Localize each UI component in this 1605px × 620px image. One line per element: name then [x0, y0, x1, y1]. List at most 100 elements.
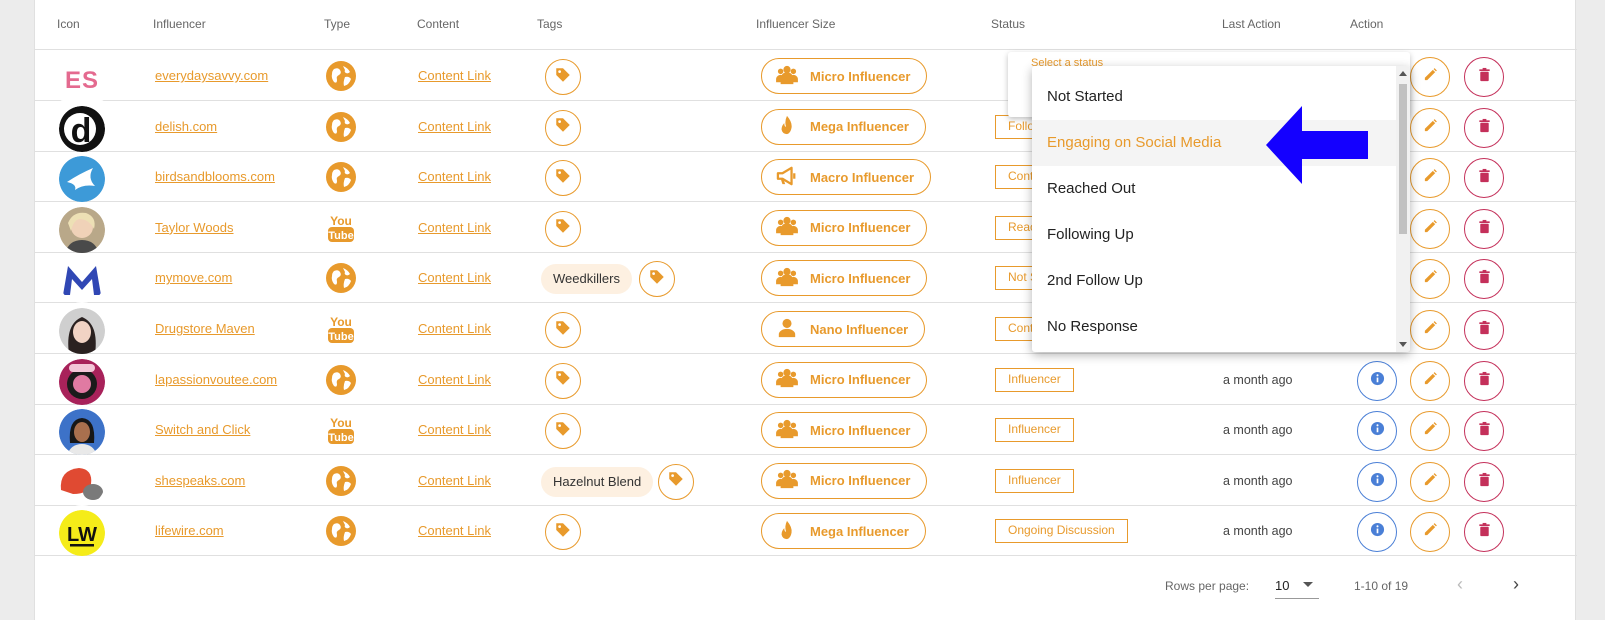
pagination-range: 1-10 of 19: [1354, 579, 1409, 593]
info-icon: [1370, 421, 1385, 441]
status-badge[interactable]: Influencer: [995, 367, 1074, 392]
delete-button[interactable]: [1464, 310, 1504, 350]
influencer-link[interactable]: everydaysavvy.com: [155, 68, 268, 83]
rows-per-page-caret-icon[interactable]: [1303, 582, 1313, 587]
delete-button[interactable]: [1464, 57, 1504, 97]
influencer-link[interactable]: Switch and Click: [155, 422, 250, 437]
influencer-link[interactable]: mymove.com: [155, 270, 232, 285]
status-badge[interactable]: Influencer: [995, 418, 1074, 443]
edit-button[interactable]: [1410, 411, 1450, 452]
tag-button[interactable]: [639, 261, 675, 298]
dropdown-scrollbar[interactable]: [1396, 66, 1410, 352]
info-button[interactable]: [1357, 411, 1397, 452]
influencer-size-label: Mega Influencer: [810, 119, 909, 135]
tag-button[interactable]: [545, 514, 581, 551]
status-option[interactable]: Following Up: [1032, 212, 1396, 258]
delete-button[interactable]: [1464, 360, 1504, 401]
content-link[interactable]: Content Link: [418, 169, 491, 184]
prev-page-icon[interactable]: ‹: [1457, 574, 1463, 595]
edit-button[interactable]: [1410, 461, 1450, 502]
edit-button[interactable]: [1410, 512, 1450, 553]
tag-button[interactable]: [658, 463, 694, 500]
status-option[interactable]: No Response: [1032, 304, 1396, 350]
scroll-thumb[interactable]: [1399, 84, 1407, 234]
influencer-link[interactable]: Drugstore Maven: [155, 321, 255, 336]
delete-button[interactable]: [1464, 259, 1504, 300]
edit-button[interactable]: [1410, 310, 1450, 350]
delete-button[interactable]: [1464, 208, 1504, 249]
delete-button[interactable]: [1464, 411, 1504, 452]
status-badge[interactable]: Influencer: [995, 468, 1074, 493]
tag-button[interactable]: [545, 109, 581, 146]
tag-button[interactable]: [545, 312, 581, 348]
delete-button[interactable]: [1464, 107, 1504, 148]
tag-icon: [554, 369, 572, 392]
header-influencer[interactable]: Influencer: [153, 17, 206, 31]
edit-button[interactable]: [1410, 360, 1450, 401]
svg-text:Tube: Tube: [328, 230, 353, 242]
status-option[interactable]: 2nd Follow Up: [1032, 258, 1396, 304]
status-badge[interactable]: Ongoing Discussion: [995, 519, 1128, 544]
globe-icon: [325, 515, 357, 547]
trash-icon: [1477, 168, 1492, 188]
tag-button[interactable]: [545, 59, 581, 95]
content-link[interactable]: Content Link: [418, 321, 491, 336]
delete-button[interactable]: [1464, 512, 1504, 553]
info-button[interactable]: [1357, 360, 1397, 401]
info-icon: [1370, 472, 1385, 492]
tag-icon: [554, 521, 572, 544]
edit-button[interactable]: [1410, 57, 1450, 97]
header-influencer-size[interactable]: Influencer Size: [756, 17, 835, 31]
influencer-size-badge: Micro Influencer: [761, 412, 928, 449]
header-type[interactable]: Type: [324, 17, 350, 31]
tag-chip[interactable]: Hazelnut Blend: [541, 466, 654, 497]
delete-button[interactable]: [1464, 461, 1504, 502]
influencer-link[interactable]: birdsandblooms.com: [155, 169, 275, 184]
scroll-up-icon[interactable]: [1399, 71, 1407, 76]
content-link[interactable]: Content Link: [418, 270, 491, 285]
svg-text:Tube: Tube: [328, 432, 353, 444]
rows-per-page-select[interactable]: 10: [1275, 578, 1289, 593]
globe-icon: [325, 111, 357, 143]
content-link[interactable]: Content Link: [418, 422, 491, 437]
content-link[interactable]: Content Link: [418, 523, 491, 538]
influencer-size-label: Micro Influencer: [810, 270, 911, 286]
globe-icon: [325, 465, 357, 497]
influencer-link[interactable]: Taylor Woods: [155, 220, 234, 235]
table-row: shespeaks.com Content Link Hazelnut Blend M…: [35, 455, 1577, 506]
delete-button[interactable]: [1464, 158, 1504, 199]
scroll-down-icon[interactable]: [1399, 342, 1407, 347]
content-link[interactable]: Content Link: [418, 372, 491, 387]
content-link[interactable]: Content Link: [418, 220, 491, 235]
tag-button[interactable]: [545, 160, 581, 197]
edit-button[interactable]: [1410, 158, 1450, 199]
edit-button[interactable]: [1410, 208, 1450, 249]
tag-button[interactable]: [545, 210, 581, 247]
edit-button[interactable]: [1410, 107, 1450, 148]
header-content: Content: [417, 17, 460, 31]
influencer-size-label: Micro Influencer: [810, 372, 911, 388]
info-button[interactable]: [1357, 512, 1397, 553]
next-page-icon[interactable]: ›: [1513, 574, 1519, 595]
influencer-link[interactable]: delish.com: [155, 119, 217, 134]
content-link[interactable]: Content Link: [418, 119, 491, 134]
info-button[interactable]: [1357, 461, 1397, 502]
tag-button[interactable]: [545, 413, 581, 450]
content-link[interactable]: Content Link: [418, 473, 491, 488]
influencer-link[interactable]: shespeaks.com: [155, 473, 245, 488]
tag-icon: [554, 66, 572, 89]
influencer-link[interactable]: lapassionvoutee.com: [155, 372, 277, 387]
tag-chip[interactable]: Weedkillers: [541, 264, 632, 295]
influencer-avatar: [59, 409, 105, 456]
pencil-icon: [1423, 118, 1438, 138]
influencer-link[interactable]: lifewire.com: [155, 523, 224, 538]
header-status[interactable]: Status: [991, 17, 1025, 31]
globe-icon: [325, 262, 357, 294]
edit-button[interactable]: [1410, 259, 1450, 300]
header-last-action[interactable]: Last Action: [1222, 17, 1281, 31]
pencil-icon: [1423, 371, 1438, 391]
trash-icon: [1477, 421, 1492, 441]
content-link[interactable]: Content Link: [418, 68, 491, 83]
tag-button[interactable]: [545, 362, 581, 399]
fire-icon: [776, 115, 810, 138]
